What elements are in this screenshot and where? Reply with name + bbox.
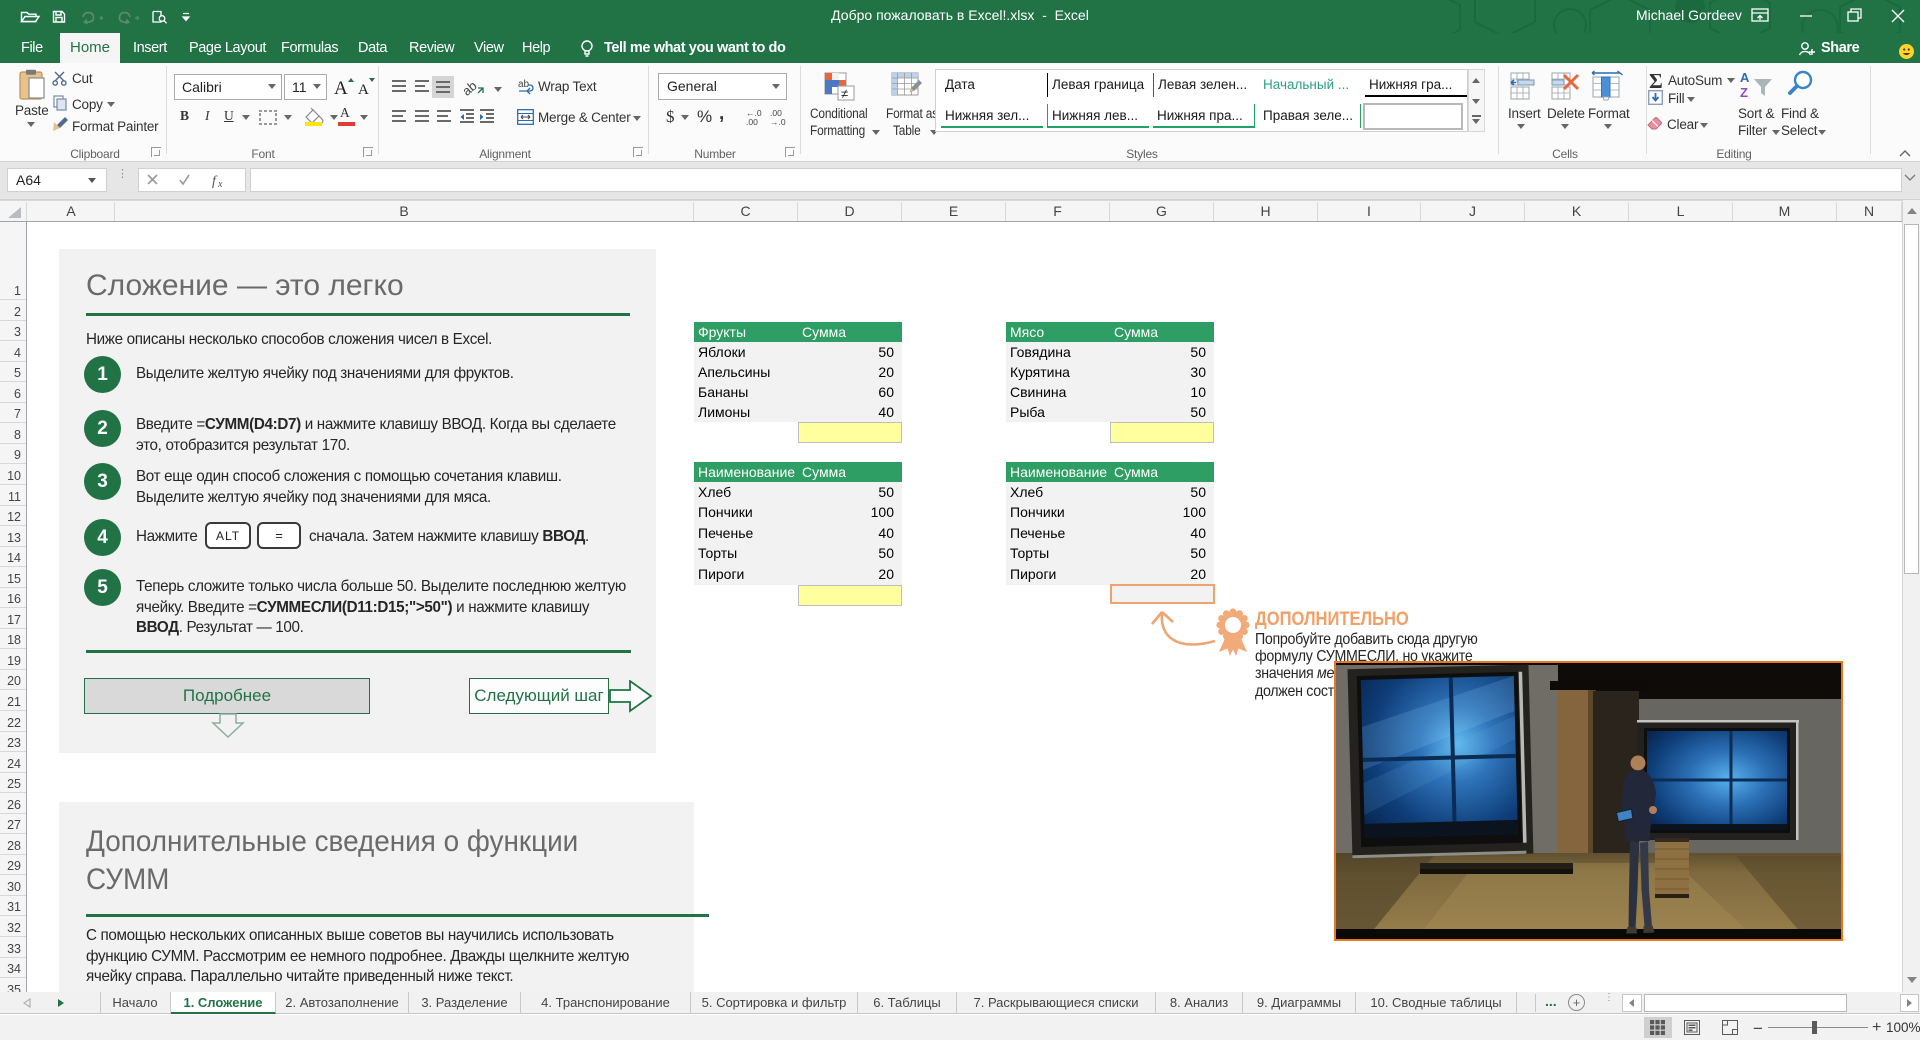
svg-text:x: x [217,179,223,188]
svg-text:≠: ≠ [841,86,848,101]
svg-text:A: A [334,78,348,99]
svg-text:Z: Z [1740,85,1748,99]
svg-text:ab: ab [518,79,530,90]
svg-text:→.0: →.0 [770,117,786,126]
svg-text:ab: ab [464,79,480,97]
svg-text:A: A [1740,71,1750,85]
svg-text:A: A [358,82,369,98]
svg-text:.00: .00 [746,117,758,126]
